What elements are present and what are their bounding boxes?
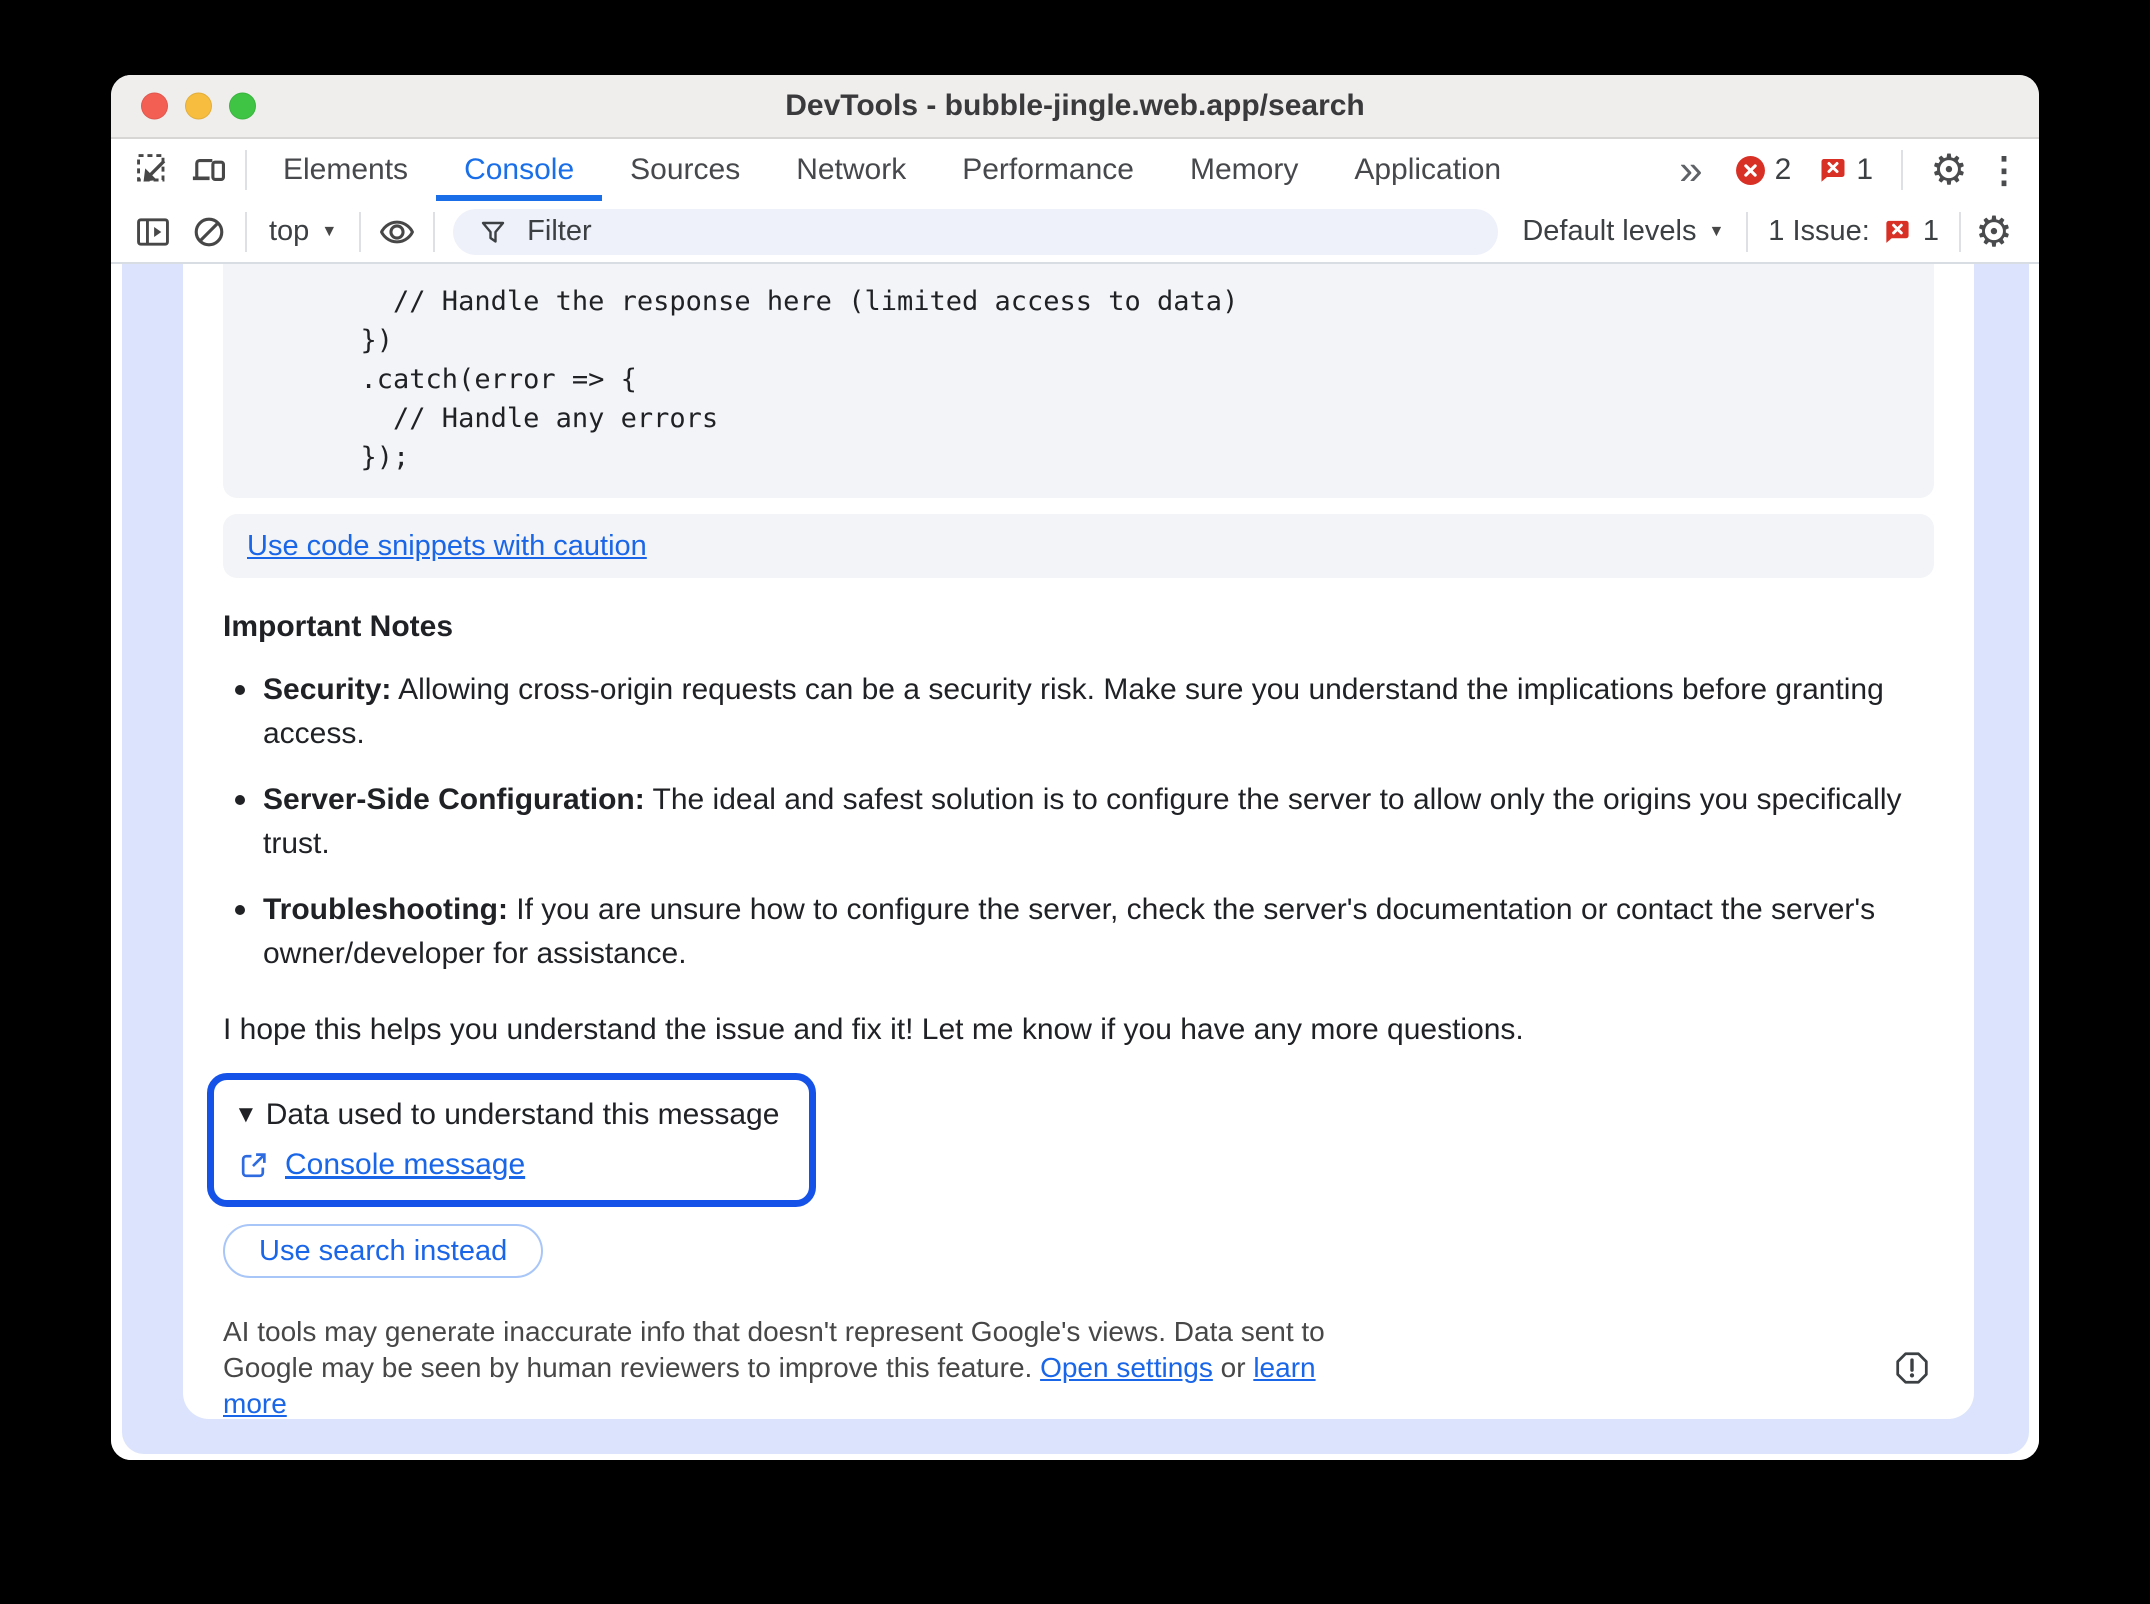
devtools-tab-bar: Elements Console Sources Network Perform…: [111, 139, 2039, 201]
tab-performance[interactable]: Performance: [934, 139, 1162, 201]
log-levels-label: Default levels: [1522, 215, 1697, 247]
code-snippet: // Handle the response here (limited acc…: [263, 286, 1239, 473]
code-caution-banner: Use code snippets with caution: [223, 514, 1934, 578]
disclaimer-text: AI tools may generate inaccurate info th…: [223, 1316, 1325, 1419]
filter-input[interactable]: [525, 214, 1489, 249]
issues-counter[interactable]: 1 Issue: 1: [1756, 215, 1951, 248]
list-item: Troubleshooting: If you are unsure how t…: [223, 888, 1934, 976]
divider: [1746, 211, 1749, 252]
tab-memory[interactable]: Memory: [1162, 139, 1326, 201]
title-bar: DevTools - bubble-jingle.web.app/search: [111, 75, 2039, 139]
console-errors-badge[interactable]: 2: [1729, 153, 1798, 187]
more-options-icon[interactable]: ⋮: [1986, 144, 2022, 196]
ai-insight-panel: // Handle the response here (limited acc…: [122, 264, 2029, 1454]
device-toolbar-icon[interactable]: [181, 144, 237, 196]
devtools-window: DevTools - bubble-jingle.web.app/search …: [111, 75, 2039, 1460]
console-message-link[interactable]: Console message: [285, 1148, 525, 1182]
use-search-instead-button[interactable]: Use search instead: [223, 1224, 544, 1278]
tab-network[interactable]: Network: [768, 139, 934, 201]
live-expression-eye-icon[interactable]: [369, 206, 425, 258]
data-used-disclosure[interactable]: ▼ Data used to understand this message: [234, 1098, 779, 1132]
settings-gear-icon[interactable]: ⚙: [1925, 144, 1973, 196]
divider: [433, 211, 436, 252]
minimize-window-button[interactable]: [185, 92, 212, 120]
report-issue-icon[interactable]: [1894, 1350, 1930, 1386]
divider: [245, 211, 247, 252]
context-selector-dropdown[interactable]: top ▼: [255, 215, 351, 248]
divider: [245, 150, 247, 190]
closing-remark: I hope this helps you understand the iss…: [223, 1013, 1524, 1046]
more-tabs-icon[interactable]: »: [1667, 149, 1714, 191]
important-notes-heading: Important Notes: [223, 610, 454, 643]
issues-badge[interactable]: 1: [1811, 153, 1879, 187]
chevron-down-icon: ▼: [321, 222, 338, 240]
console-toolbar: top ▼ Default levels ▼ 1 Issue:: [111, 201, 2039, 264]
filter-box[interactable]: [453, 208, 1499, 255]
log-levels-dropdown[interactable]: Default levels ▼: [1508, 215, 1738, 248]
ai-disclaimer: AI tools may generate inaccurate info th…: [223, 1314, 1934, 1419]
ai-insight-card: // Handle the response here (limited acc…: [183, 264, 1974, 1419]
console-settings-gear-icon[interactable]: ⚙: [1969, 206, 2019, 258]
show-sidebar-icon[interactable]: [125, 206, 181, 258]
error-count: 2: [1774, 153, 1792, 186]
tab-console[interactable]: Console: [436, 139, 602, 201]
external-link-icon: [241, 1152, 266, 1177]
code-caution-link[interactable]: Use code snippets with caution: [247, 530, 647, 563]
issues-label: 1 Issue:: [1768, 215, 1870, 247]
issue-icon: [1821, 159, 1845, 182]
data-used-section-highlighted: ▼ Data used to understand this message C…: [207, 1073, 817, 1207]
disclosure-triangle-icon: ▼: [234, 1101, 258, 1128]
zoom-window-button[interactable]: [229, 92, 256, 120]
divider: [1901, 150, 1903, 190]
tab-sources[interactable]: Sources: [602, 139, 768, 201]
context-selector-label: top: [269, 215, 310, 247]
open-settings-link[interactable]: Open settings: [1040, 1352, 1213, 1383]
console-content: // Handle the response here (limited acc…: [111, 264, 2039, 1460]
filter-funnel-icon: [481, 221, 505, 243]
inspect-element-icon[interactable]: [125, 144, 181, 196]
close-window-button[interactable]: [141, 92, 168, 120]
list-item: Server-Side Configuration: The ideal and…: [223, 778, 1934, 866]
issue-count: 1: [1856, 153, 1873, 186]
tab-application[interactable]: Application: [1326, 139, 1529, 201]
window-title: DevTools - bubble-jingle.web.app/search: [785, 89, 1365, 122]
code-snippet-block: // Handle the response here (limited acc…: [223, 264, 1934, 498]
issues-count: 1: [1922, 215, 1939, 247]
list-item: Security: Allowing cross-origin requests…: [223, 668, 1934, 756]
tab-elements[interactable]: Elements: [255, 139, 436, 201]
traffic-lights: [141, 92, 256, 120]
notes-list: Security: Allowing cross-origin requests…: [223, 668, 1934, 976]
divider: [359, 211, 362, 252]
divider: [1959, 211, 1961, 252]
clear-console-icon[interactable]: [181, 206, 237, 258]
data-used-title: Data used to understand this message: [265, 1098, 780, 1131]
issue-icon: [1886, 220, 1909, 243]
error-icon: [1735, 155, 1765, 185]
chevron-down-icon: ▼: [1708, 222, 1725, 240]
